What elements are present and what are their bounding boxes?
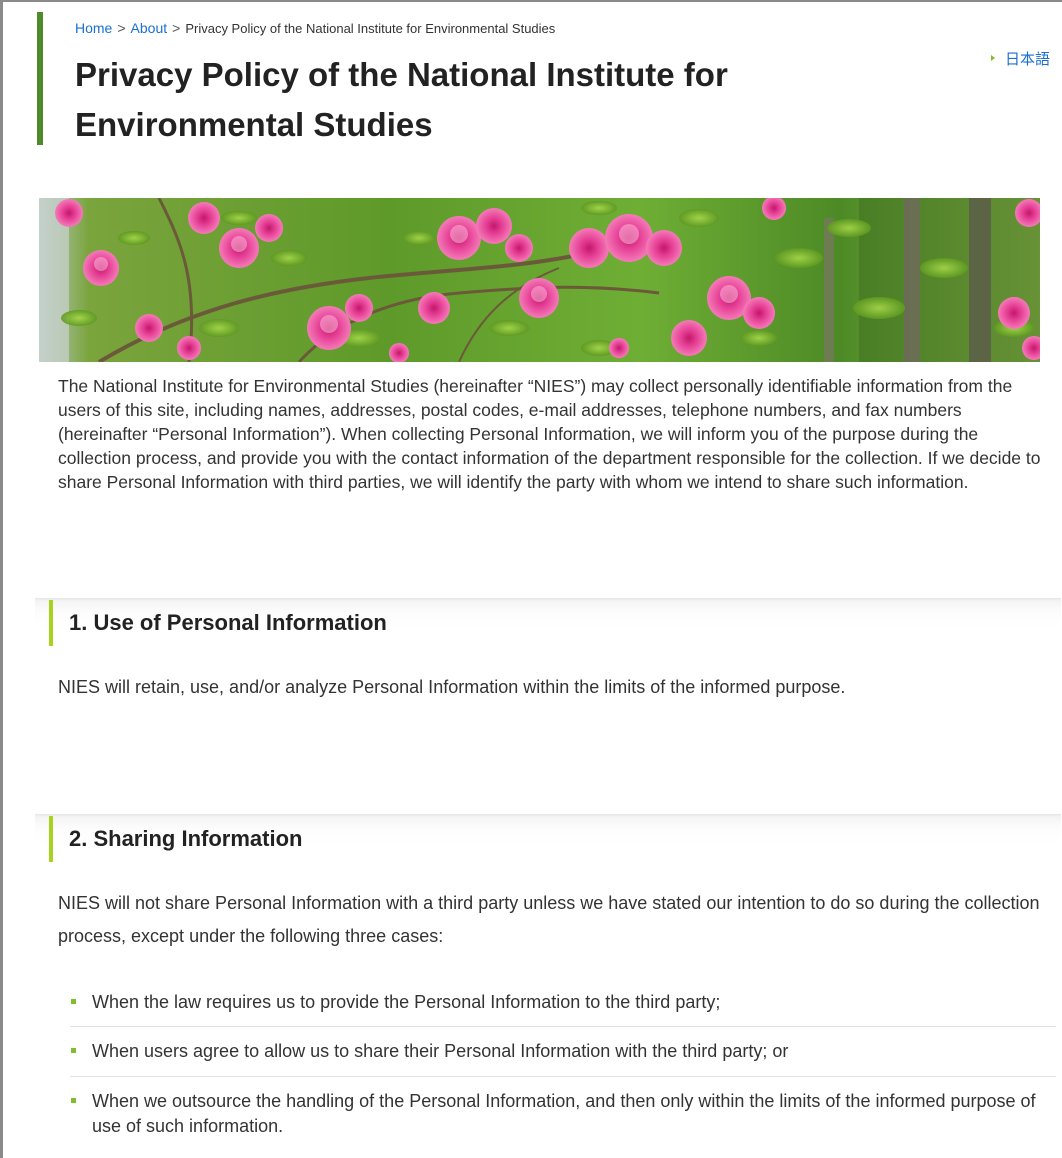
section-1-title: 1. Use of Personal Information xyxy=(69,610,387,635)
list-item-text: When the law requires us to provide the … xyxy=(92,992,721,1012)
section-1-body: NIES will retain, use, and/or analyze Pe… xyxy=(58,677,846,697)
breadcrumb-separator: > xyxy=(117,20,126,36)
square-bullet-icon xyxy=(71,1048,76,1053)
japanese-language-link[interactable]: 日本語 xyxy=(990,48,1050,69)
intro-paragraph: The National Institute for Environmental… xyxy=(58,376,1041,492)
list-item: When the law requires us to provide the … xyxy=(70,983,1056,1027)
section-accent-bar xyxy=(49,816,53,862)
language-link-label: 日本語 xyxy=(1004,51,1050,68)
triangle-bullet-icon xyxy=(990,55,995,62)
page-title: Privacy Policy of the National Institute… xyxy=(75,56,728,143)
section-accent-bar xyxy=(49,600,53,646)
list-item-text: When users agree to allow us to share th… xyxy=(92,1041,789,1061)
square-bullet-icon xyxy=(71,1098,76,1103)
breadcrumb-home-link[interactable]: Home xyxy=(75,20,112,36)
breadcrumb-current: Privacy Policy of the National Institute… xyxy=(185,21,556,36)
hero-azalea-image xyxy=(39,198,1040,362)
breadcrumb: Home > About > Privacy Policy of the Nationa… xyxy=(75,20,555,36)
list-item: When users agree to allow us to share th… xyxy=(70,1027,1056,1077)
section-2-body: NIES will not share Personal Information… xyxy=(58,893,1040,946)
list-item: When we outsource the handling of the Pe… xyxy=(70,1077,1056,1149)
section-heading-use-of-personal-information: 1. Use of Personal Information xyxy=(35,598,1061,648)
title-accent-bar xyxy=(37,12,43,145)
breadcrumb-separator: > xyxy=(172,20,181,36)
section-heading-sharing-information: 2. Sharing Information xyxy=(35,814,1061,864)
list-item-text: When we outsource the handling of the Pe… xyxy=(92,1091,1036,1136)
square-bullet-icon xyxy=(71,999,76,1004)
section-2-title: 2. Sharing Information xyxy=(69,826,303,851)
sharing-exceptions-list: When the law requires us to provide the … xyxy=(70,983,1056,1149)
breadcrumb-about-link[interactable]: About xyxy=(131,20,168,36)
page-frame: Home > About > Privacy Policy of the Nationa… xyxy=(0,0,1062,1158)
